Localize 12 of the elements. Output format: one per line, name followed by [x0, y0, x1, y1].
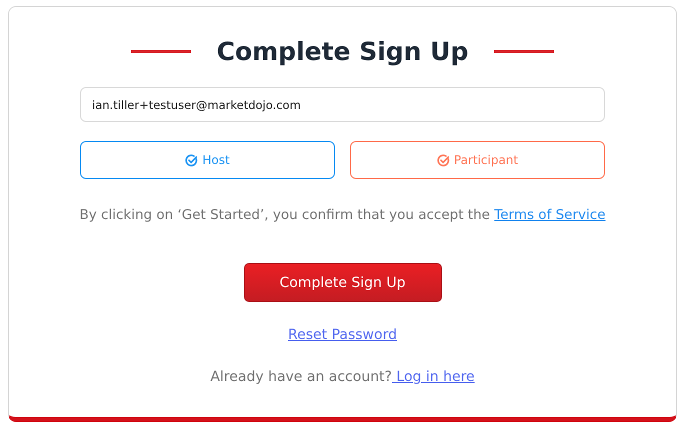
role-button[interactable]: Participant	[350, 141, 605, 179]
login-link[interactable]: Log in here	[392, 369, 475, 385]
reset-password-link[interactable]: Reset Password	[288, 327, 397, 343]
consent-text: By clicking on ‘Get Started’, you confirm that you accept the Terms of Service	[79, 207, 606, 223]
complete-signup-button[interactable]: Complete Sign Up	[244, 263, 442, 302]
check-circle-icon	[185, 154, 198, 166]
check-circle-icon	[436, 154, 450, 166]
login-prompt: Already have an account? Log in here	[210, 369, 475, 385]
terms-link[interactable]: Terms of Service	[494, 207, 606, 223]
role-button[interactable]: Host	[80, 141, 335, 179]
page-title: Complete Sign Up	[216, 36, 468, 66]
email-field[interactable]: ian.tiller+testuser@marketdojo.com	[80, 87, 605, 122]
